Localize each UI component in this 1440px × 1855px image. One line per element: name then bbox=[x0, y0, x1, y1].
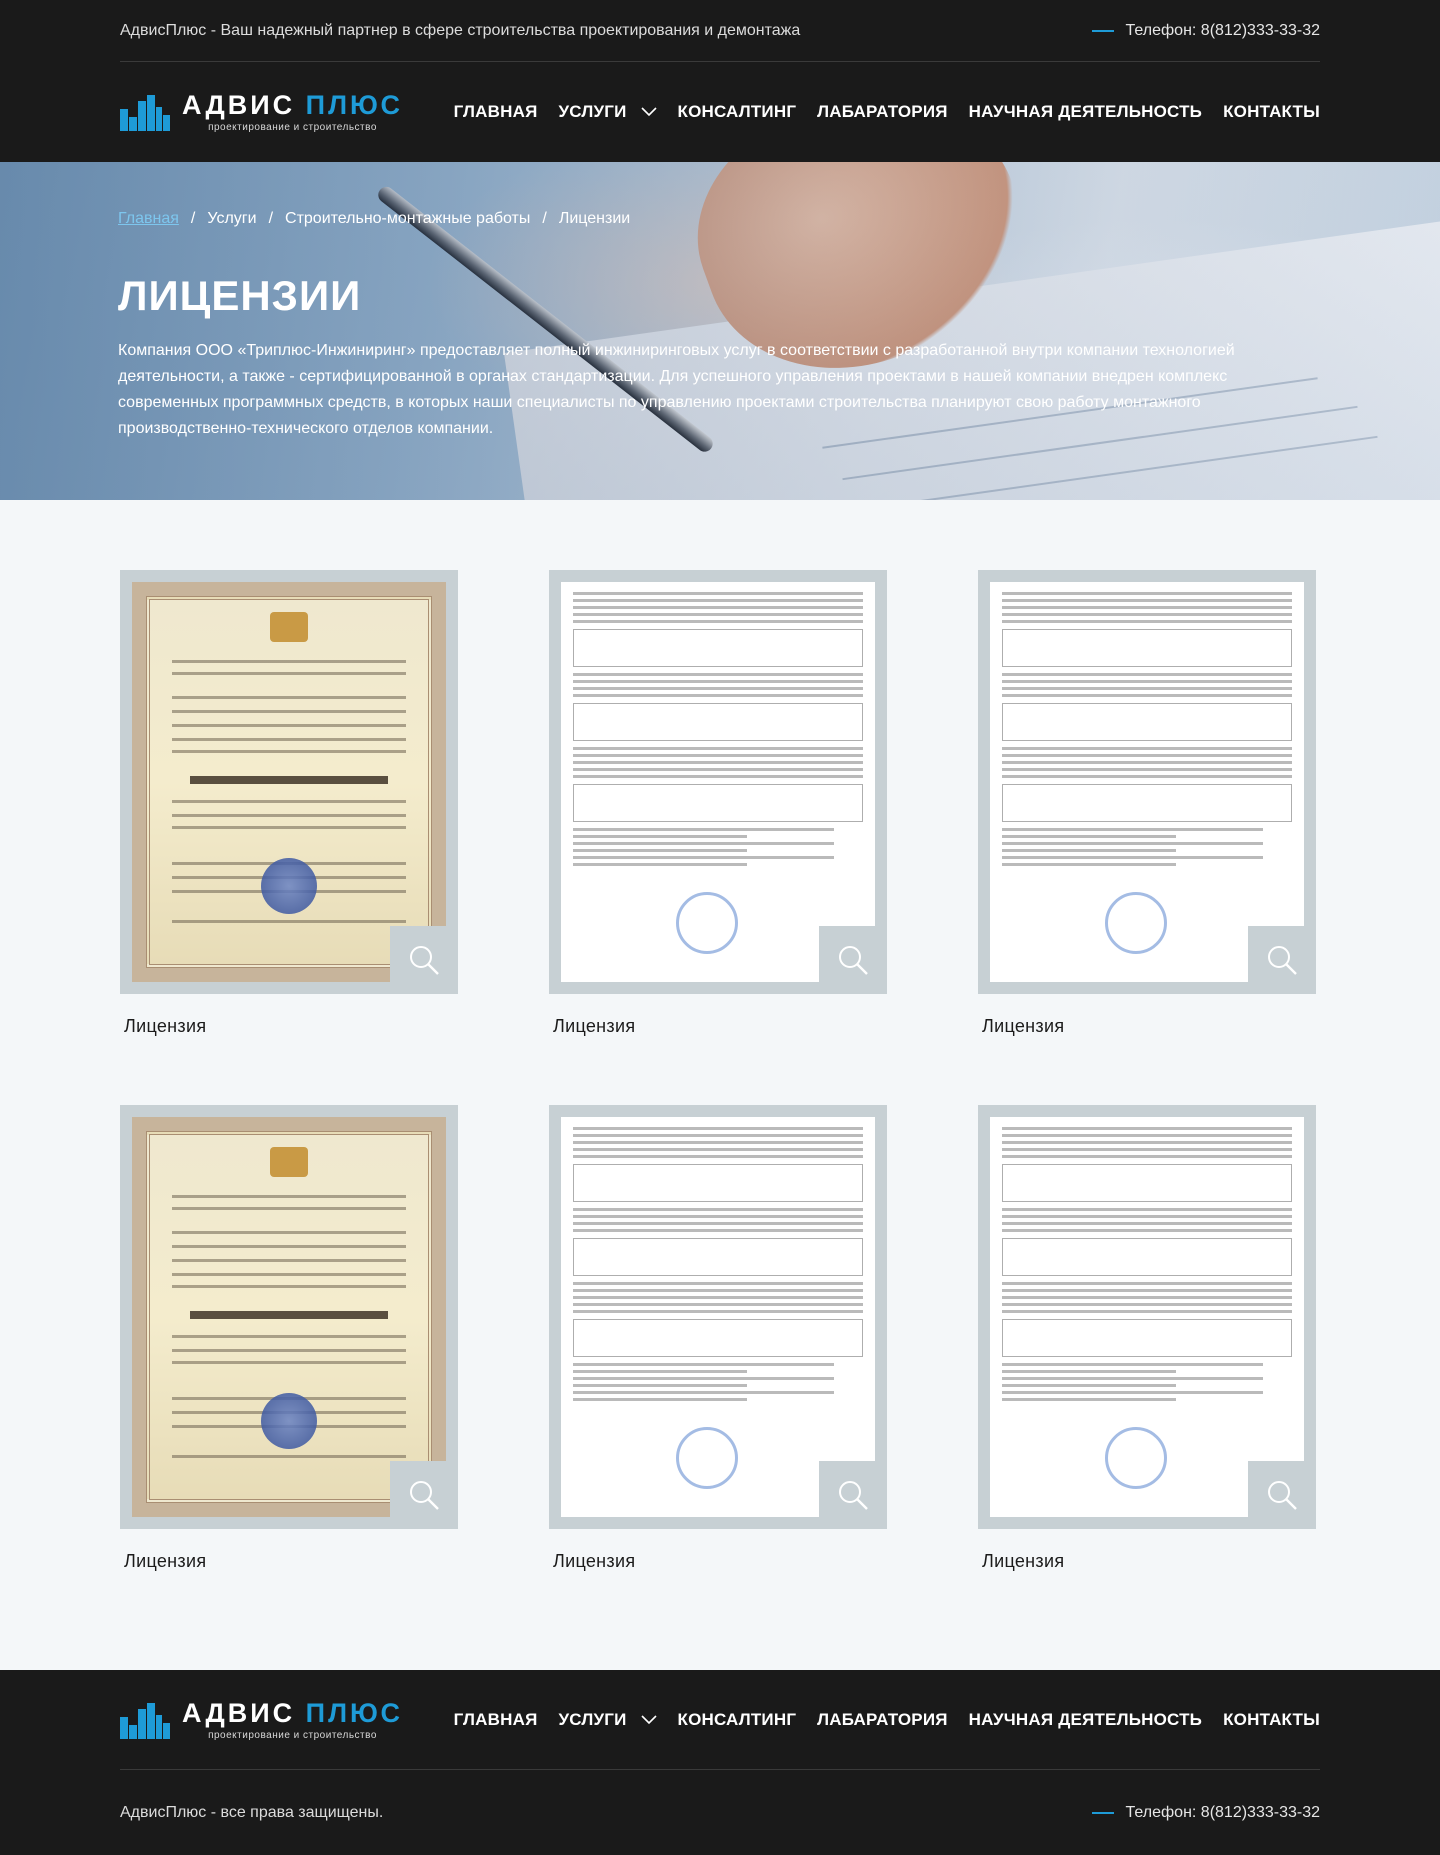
footer-nav-row: АДВИС ПЛЮС проектирование и строительств… bbox=[120, 1670, 1320, 1770]
zoom-icon[interactable] bbox=[390, 1461, 458, 1529]
building-logo-icon bbox=[120, 95, 170, 131]
license-card-label[interactable]: Лицензия bbox=[982, 1551, 1316, 1572]
chevron-down-icon[interactable] bbox=[640, 107, 657, 117]
nav-item-contacts[interactable]: КОНТАКТЫ bbox=[1223, 102, 1320, 122]
header-phone[interactable]: Телефон: 8(812)333-33-32 bbox=[1091, 22, 1320, 40]
footer-logo[interactable]: АДВИС ПЛЮС проектирование и строительств… bbox=[120, 1690, 403, 1750]
logo-name: АДВИС ПЛЮС bbox=[182, 91, 403, 119]
footer-phone[interactable]: Телефон: 8(812)333-33-32 bbox=[1091, 1804, 1320, 1822]
logo-name-part2: ПЛЮС bbox=[305, 90, 403, 120]
footer-nav: ГЛАВНАЯ УСЛУГИ КОНСАЛТИНГ ЛАБАРАТОРИЯ НА… bbox=[454, 1710, 1320, 1730]
license-card-label[interactable]: Лицензия bbox=[982, 1016, 1316, 1037]
site-footer: АДВИС ПЛЮС проектирование и строительств… bbox=[0, 1670, 1440, 1855]
site-header: АдвисПлюс - Ваш надежный партнер в сфере… bbox=[0, 0, 1440, 162]
logo-name-part2: ПЛЮС bbox=[305, 1697, 403, 1728]
phone-dash-icon bbox=[1091, 29, 1114, 32]
document-image bbox=[990, 582, 1304, 982]
header-tagline: АдвисПлюс - Ваш надежный партнер в сфере… bbox=[120, 21, 801, 39]
license-thumbnail[interactable] bbox=[120, 1105, 458, 1529]
footer-nav-item-science[interactable]: НАУЧНАЯ ДЕЯТЕЛЬНОСТЬ bbox=[969, 1710, 1202, 1730]
logo-subtitle: проектирование и строительство bbox=[208, 1729, 377, 1741]
hero-banner: Главная / Услуги / Строительно-монтажные… bbox=[0, 162, 1440, 500]
header-nav-row: АДВИС ПЛЮС проектирование и строительств… bbox=[120, 62, 1320, 162]
license-thumbnail[interactable] bbox=[978, 570, 1316, 994]
hero-intro-text: Компания ООО «Триплюс-Инжиниринг» предос… bbox=[118, 342, 1235, 437]
chevron-down-icon[interactable] bbox=[640, 1714, 657, 1725]
footer-logo-name: АДВИС ПЛЮС bbox=[182, 1699, 403, 1727]
zoom-icon[interactable] bbox=[819, 1461, 887, 1529]
certificate-image bbox=[132, 1117, 446, 1517]
license-thumbnail[interactable] bbox=[120, 570, 458, 994]
breadcrumb-separator: / bbox=[542, 210, 547, 227]
nav-item-consulting[interactable]: КОНСАЛТИНГ bbox=[678, 102, 797, 122]
license-card[interactable]: Лицензия bbox=[120, 1105, 458, 1572]
footer-bottom: АдвисПлюс - все права защищены. Телефон:… bbox=[120, 1771, 1320, 1855]
license-thumbnail[interactable] bbox=[549, 1105, 887, 1529]
nav-item-services-label[interactable]: УСЛУГИ bbox=[559, 102, 627, 122]
breadcrumb-separator: / bbox=[190, 210, 196, 227]
nav-item-home[interactable]: ГЛАВНАЯ bbox=[454, 102, 538, 122]
nav-item-science[interactable]: НАУЧНАЯ ДЕЯТЕЛЬНОСТЬ bbox=[969, 102, 1202, 122]
breadcrumb-construction[interactable]: Строительно-монтажные работы bbox=[285, 210, 530, 228]
logo-subtitle: проектирование и строительство bbox=[208, 122, 377, 133]
logo-name-part1: АДВИС bbox=[182, 1697, 296, 1728]
document-image bbox=[990, 1117, 1304, 1517]
license-card-label[interactable]: Лицензия bbox=[124, 1016, 458, 1037]
header-logo[interactable]: АДВИС ПЛЮС проектирование и строительств… bbox=[120, 82, 403, 142]
breadcrumb-separator: / bbox=[268, 210, 274, 227]
top-bar: АдвисПлюс - Ваш надежный партнер в сфере… bbox=[120, 0, 1320, 62]
footer-copyright: АдвисПлюс - все права защищены. bbox=[120, 1804, 384, 1821]
license-card[interactable]: Лицензия bbox=[978, 570, 1316, 1037]
logo-name-part1: АДВИС bbox=[182, 90, 296, 120]
breadcrumb: Главная / Услуги / Строительно-монтажные… bbox=[118, 210, 630, 228]
header-phone-text[interactable]: Телефон: 8(812)333-33-32 bbox=[1126, 22, 1320, 40]
breadcrumb-current: Лицензии bbox=[558, 210, 631, 227]
main-nav: ГЛАВНАЯ УСЛУГИ КОНСАЛТИНГ ЛАБАРАТОРИЯ НА… bbox=[454, 102, 1320, 122]
nav-item-services[interactable]: УСЛУГИ bbox=[559, 102, 657, 122]
breadcrumb-home[interactable]: Главная bbox=[118, 210, 179, 228]
license-card-label[interactable]: Лицензия bbox=[553, 1016, 887, 1037]
footer-nav-item-laboratory[interactable]: ЛАБАРАТОРИЯ bbox=[817, 1710, 948, 1730]
footer-nav-item-consulting[interactable]: КОНСАЛТИНГ bbox=[678, 1710, 797, 1730]
footer-phone-text[interactable]: Телефон: 8(812)333-33-32 bbox=[1126, 1804, 1320, 1822]
license-thumbnail[interactable] bbox=[978, 1105, 1316, 1529]
zoom-icon[interactable] bbox=[1248, 926, 1316, 994]
document-image bbox=[561, 582, 875, 982]
zoom-icon[interactable] bbox=[819, 926, 887, 994]
document-image bbox=[561, 1117, 875, 1517]
license-thumbnail[interactable] bbox=[549, 570, 887, 994]
nav-item-laboratory[interactable]: ЛАБАРАТОРИЯ bbox=[817, 102, 948, 122]
zoom-icon[interactable] bbox=[390, 926, 458, 994]
breadcrumb-services[interactable]: Услуги bbox=[207, 210, 256, 228]
footer-nav-item-contacts[interactable]: КОНТАКТЫ bbox=[1223, 1710, 1320, 1730]
footer-nav-item-services[interactable]: УСЛУГИ bbox=[559, 1710, 657, 1730]
license-card[interactable]: Лицензия bbox=[120, 570, 458, 1037]
license-card[interactable]: Лицензия bbox=[978, 1105, 1316, 1572]
phone-dash-icon bbox=[1091, 1812, 1114, 1814]
building-logo-icon bbox=[120, 1702, 170, 1739]
page-title: ЛИЦЕНЗИИ bbox=[118, 272, 362, 319]
footer-nav-item-services-label[interactable]: УСЛУГИ bbox=[559, 1710, 627, 1730]
license-card[interactable]: Лицензия bbox=[549, 1105, 887, 1572]
zoom-icon[interactable] bbox=[1248, 1461, 1316, 1529]
footer-nav-item-home[interactable]: ГЛАВНАЯ bbox=[454, 1710, 538, 1730]
certificate-image bbox=[132, 582, 446, 982]
license-card-label[interactable]: Лицензия bbox=[553, 1551, 887, 1572]
license-card-label[interactable]: Лицензия bbox=[124, 1551, 458, 1572]
license-card[interactable]: Лицензия bbox=[549, 570, 887, 1037]
